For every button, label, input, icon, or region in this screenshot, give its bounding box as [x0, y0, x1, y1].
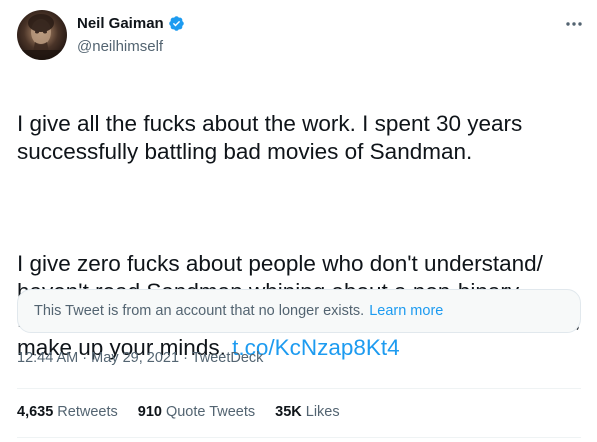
likes-label: Likes — [305, 404, 340, 420]
unavailable-quote-notice: This Tweet is from an account that no lo… — [17, 289, 581, 333]
tweet-text: I give all the fucks about the work. I s… — [17, 82, 582, 390]
quote-tweets-count: 910 — [137, 404, 162, 420]
tweet-date[interactable]: May 29, 2021 — [91, 350, 179, 366]
divider-bottom — [17, 437, 581, 438]
meta-separator-2: · — [183, 350, 188, 366]
tweet-source[interactable]: TweetDeck — [192, 350, 264, 366]
author-handle[interactable]: @neilhimself — [77, 38, 163, 55]
tweet-paragraph-1: I give all the fucks about the work. I s… — [17, 111, 523, 164]
quote-tweets-label: Quote Tweets — [165, 404, 256, 420]
notice-text: This Tweet is from an account that no lo… — [34, 303, 365, 319]
meta-separator: · — [82, 350, 88, 366]
likes-stat[interactable]: 35K Likes — [275, 404, 339, 420]
author-display-name[interactable]: Neil Gaiman — [77, 15, 164, 32]
retweets-count: 4,635 — [17, 404, 54, 420]
divider — [17, 388, 581, 389]
avatar-photo — [17, 14, 67, 60]
tweet-card: Neil Gaiman @neilhimself I give all the … — [0, 0, 597, 442]
author-name-row: Neil Gaiman — [77, 15, 185, 32]
tweet-time[interactable]: 12:44 AM — [17, 350, 78, 366]
learn-more-link[interactable]: Learn more — [369, 303, 443, 319]
engagement-stats: 4,635 Retweets 910 Quote Tweets 35K Likes — [17, 404, 360, 420]
retweets-stat[interactable]: 4,635 Retweets — [17, 404, 118, 420]
quote-tweets-stat[interactable]: 910 Quote Tweets — [138, 404, 255, 420]
retweets-label: Retweets — [57, 404, 118, 420]
verified-badge-icon — [168, 15, 185, 32]
tweet-timestamp: 12:44 AM · May 29, 2021 · TweetDeck — [17, 350, 263, 366]
avatar[interactable] — [17, 10, 67, 60]
likes-count: 35K — [275, 404, 302, 420]
more-options-icon[interactable] — [562, 14, 586, 34]
